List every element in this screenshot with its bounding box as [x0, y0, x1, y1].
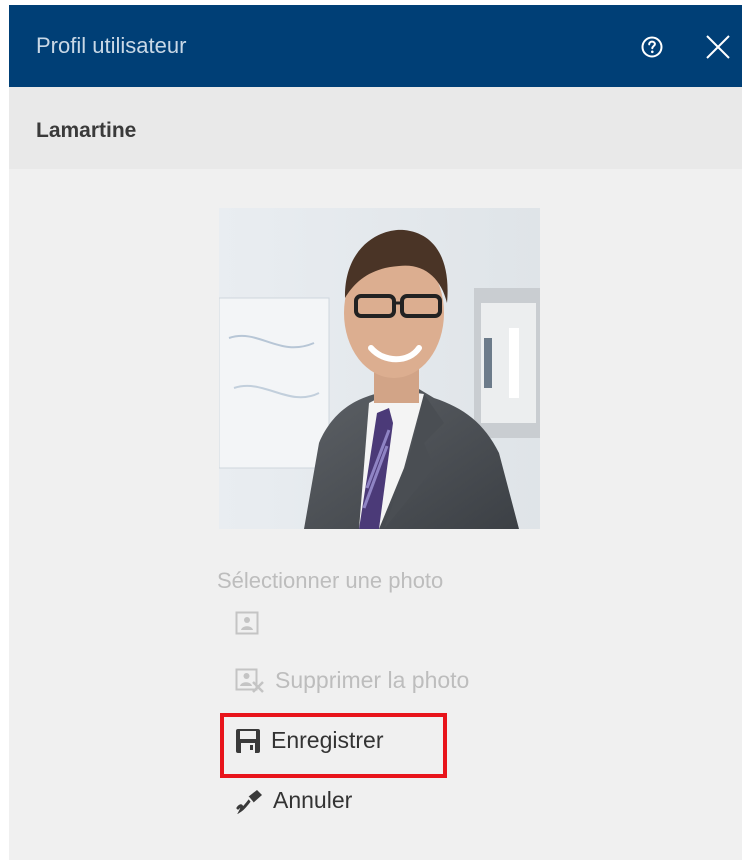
- profile-photo-image: [219, 208, 540, 529]
- image-placeholder-icon: [235, 611, 259, 635]
- user-profile-dialog: Profil utilisateur Lamartine Sélectionne…: [9, 5, 742, 860]
- profile-header: Lamartine: [9, 87, 742, 169]
- profile-photo: [219, 208, 540, 529]
- cancel-label: Annuler: [273, 787, 353, 813]
- close-icon: [706, 35, 730, 59]
- help-circle-icon: [641, 36, 663, 58]
- dialog-title: Profil utilisateur: [36, 33, 187, 58]
- delete-photo-label: Supprimer la photo: [275, 667, 470, 693]
- eraser-icon: [236, 789, 262, 814]
- dialog-titlebar: Profil utilisateur: [9, 5, 742, 87]
- help-button[interactable]: [637, 32, 667, 62]
- user-name: Lamartine: [36, 119, 137, 142]
- image-delete-icon: [235, 668, 264, 693]
- close-button[interactable]: [703, 32, 733, 62]
- cancel-button[interactable]: Annuler: [235, 787, 352, 814]
- select-photo-button[interactable]: [235, 611, 259, 635]
- delete-photo-button[interactable]: Supprimer la photo: [235, 667, 469, 694]
- save-highlight-frame: [220, 713, 447, 778]
- select-photo-label: Sélectionner une photo: [217, 568, 444, 593]
